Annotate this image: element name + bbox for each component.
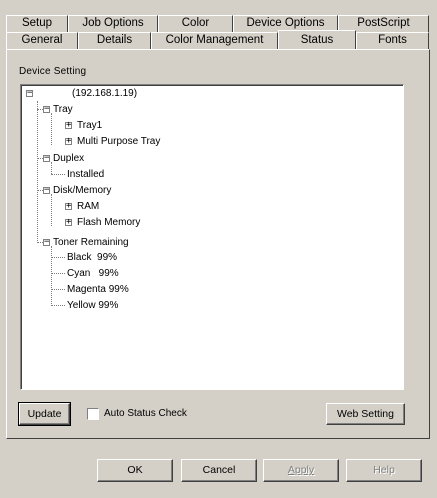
tree-connector [51,162,52,174]
tree-node-toner-magenta[interactable]: Magenta 99% [67,284,129,296]
tab-row-bottom: General Details Color Management Status … [6,30,429,49]
tree-node-toner-black[interactable]: Black 99% [67,252,117,264]
tree-connector [37,101,38,243]
tree-node-toner-yellow[interactable]: Yellow 99% [67,300,118,312]
tree-node-multi-purpose-tray[interactable]: Multi Purpose Tray [77,136,160,148]
cancel-button[interactable]: Cancel [181,459,257,482]
tab-job-options[interactable]: Job Options [68,15,158,32]
tree-connector [51,305,65,306]
collapse-duplex-icon[interactable]: − [43,154,50,163]
tab-fonts[interactable]: Fonts [356,32,429,49]
auto-status-check-label[interactable]: Auto Status Check [104,408,187,419]
tree-connector [51,257,65,258]
collapse-root-icon[interactable]: − [26,89,33,98]
tree-node-toner-cyan[interactable]: Cyan 99% [67,268,119,280]
collapse-disk-memory-icon[interactable]: − [43,186,50,195]
tree-node-installed[interactable]: Installed [67,169,104,181]
tree-node-tray[interactable]: Tray [53,104,73,116]
tree-connector [51,246,52,306]
tree-connector [51,194,52,226]
tab-status[interactable]: Status [278,30,356,49]
help-button[interactable]: Help [346,459,422,482]
device-tree-view[interactable]: − (192.168.1.19) − Tray + Tray1 + Multi … [20,84,404,390]
tab-color[interactable]: Color [158,15,233,32]
tree-connector [51,289,65,290]
tab-details[interactable]: Details [78,32,151,49]
collapse-tray-icon[interactable]: − [43,105,50,114]
collapse-toner-remaining-icon[interactable]: − [43,238,50,247]
tree-node-toner-remaining[interactable]: Toner Remaining [53,237,129,249]
tree-node-ram[interactable]: RAM [77,201,99,213]
tree-node-disk-memory[interactable]: Disk/Memory [53,185,111,197]
tree-connector [51,113,52,145]
expand-multi-purpose-tray-icon[interactable]: + [65,137,72,146]
ok-button[interactable]: OK [97,459,173,482]
tree-node-duplex[interactable]: Duplex [53,153,84,165]
tree-node-tray1[interactable]: Tray1 [77,120,102,132]
auto-status-check-checkbox[interactable] [87,408,99,420]
update-button[interactable]: Update [18,402,71,426]
apply-button[interactable]: Apply [263,459,339,482]
tab-general[interactable]: General [6,32,78,49]
device-setting-label: Device Setting [19,66,87,77]
expand-ram-icon[interactable]: + [65,202,72,211]
tree-node-root[interactable]: (192.168.1.19) [72,88,137,100]
expand-tray1-icon[interactable]: + [65,121,72,130]
tree-connector [51,174,65,175]
web-setting-button[interactable]: Web Setting [326,403,405,425]
tab-row-top: Setup Job Options Color Device Options P… [6,15,429,32]
tab-setup[interactable]: Setup [6,15,68,32]
expand-flash-memory-icon[interactable]: + [65,218,72,227]
tree-connector [51,273,65,274]
tab-color-management[interactable]: Color Management [151,32,278,49]
tree-node-flash-memory[interactable]: Flash Memory [77,217,140,229]
